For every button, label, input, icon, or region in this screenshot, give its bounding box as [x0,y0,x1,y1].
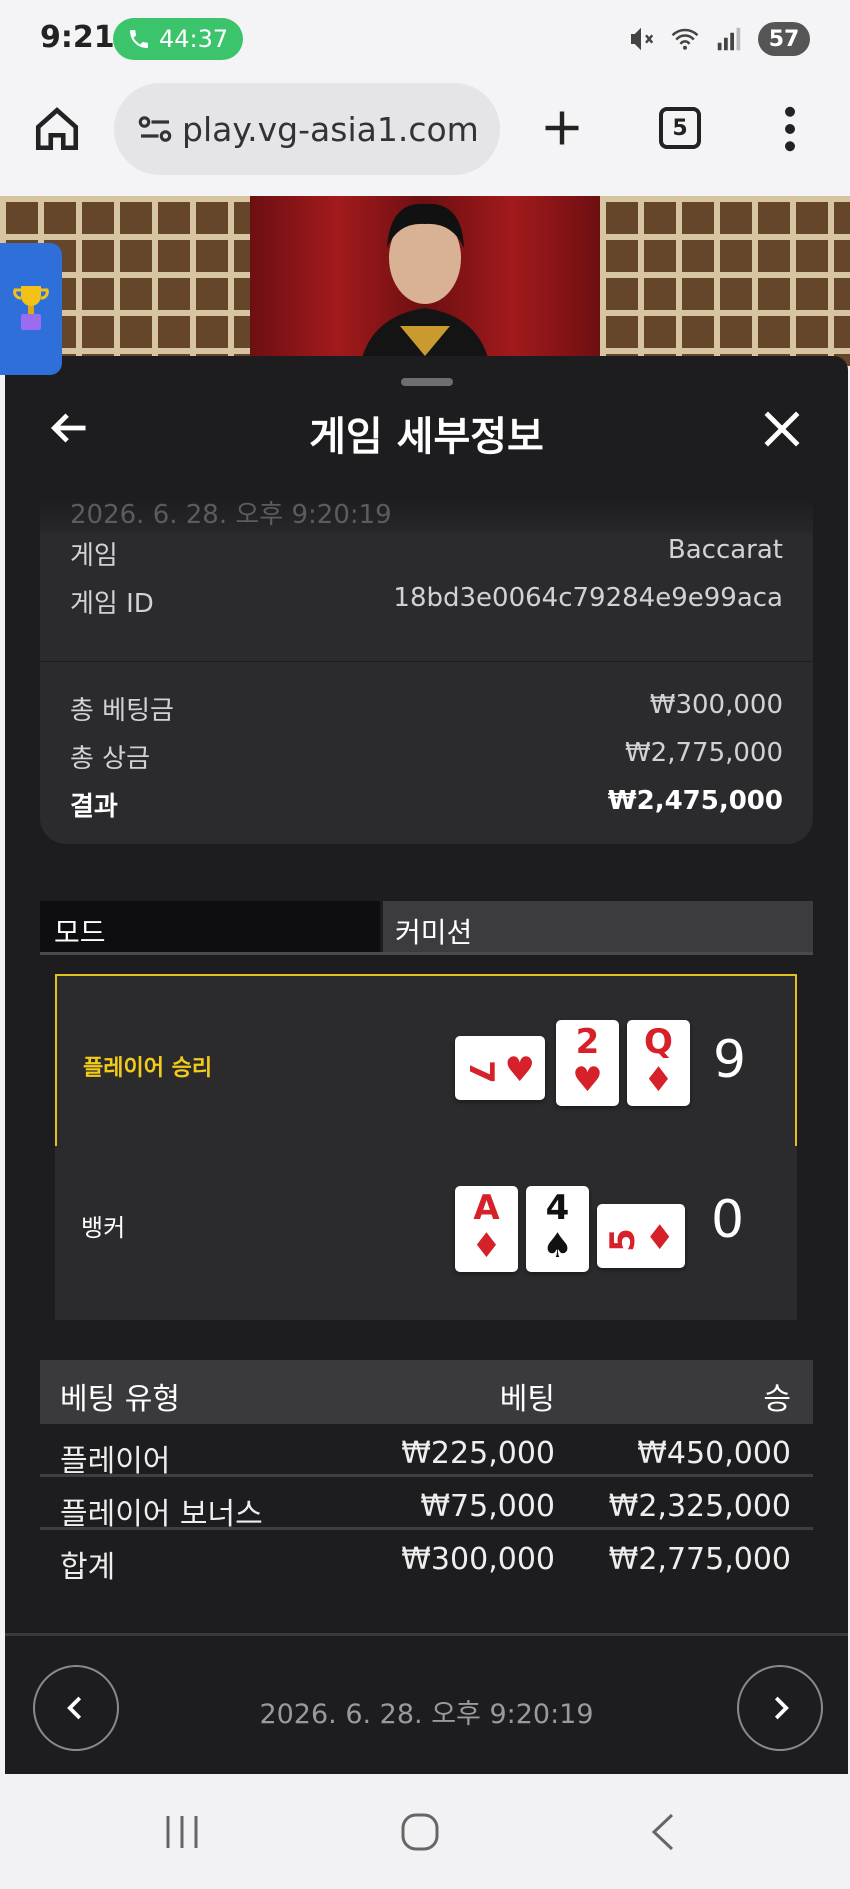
card-rank: 4 [545,1188,570,1228]
total-prize-row: 총 상금 ₩2,775,000 [40,738,813,778]
back-nav-icon[interactable] [648,1812,676,1852]
call-duration: 44:37 [159,25,229,53]
bet-amount-cell: ₩225,000 [401,1436,555,1471]
header-bet: 베팅 [499,1382,555,1417]
win-amount-cell: ₩2,325,000 [608,1489,791,1524]
address-bar[interactable]: play.vg-asia1.com [114,83,500,175]
phone-icon [130,30,148,48]
footer-timestamp: 2026. 6. 28. 오후 9:20:19 [259,1699,594,1730]
live-video-stream [0,196,850,366]
card-rank: 2 [575,1022,600,1062]
player-score: 9 [713,1030,747,1090]
total-prize-label: 총 상금 [70,744,151,774]
result-label: 결과 [70,792,118,822]
game-timestamp-top: 2026. 6. 28. 오후 9:20:19 [70,500,392,530]
card-suit: ♠ [542,1226,573,1266]
total-prize-value: ₩2,775,000 [624,738,783,768]
player-hand: 플레이어 승리 7 ♥ 2 ♥ Q ♦ 9 [55,974,797,1162]
header-win: 승 [763,1382,791,1417]
status-bar: 9:21 44:37 57 [0,0,850,78]
card-suit: ♦ [471,1226,502,1266]
result-row: 결과 ₩2,475,000 [40,786,813,826]
playing-card: 2 ♥ [556,1020,619,1106]
drag-handle[interactable] [401,378,453,386]
total-bet-row: 총 베팅금 ₩300,000 [40,690,813,730]
next-game-button[interactable] [737,1665,823,1751]
trophy-icon [13,286,49,330]
card-suit: ♦ [643,1060,674,1100]
bet-type-cell: 플레이어 보너스 [60,1497,263,1532]
tab-mode[interactable]: 모드 [40,901,380,952]
lattice-screen-right [600,196,850,366]
home-nav-icon[interactable] [400,1812,440,1852]
banker-label: 뱅커 [81,1214,126,1242]
header-bet-type: 베팅 유형 [60,1382,180,1417]
bet-type-cell: 플레이어 [60,1444,171,1479]
info-tabs: 모드 커미션 [40,901,813,955]
game-label: 게임 [70,541,118,571]
chevron-right-icon [774,1696,789,1720]
card-rank: A [473,1188,500,1228]
summary-card: 총 베팅금 ₩300,000 총 상금 ₩2,775,000 결과 ₩2,475… [40,662,813,844]
close-icon[interactable] [761,408,803,450]
game-id-label: 게임 ID [70,589,154,619]
tab-commission[interactable]: 커미션 [383,901,813,952]
playing-card: A ♦ [455,1186,518,1272]
new-tab-icon[interactable] [540,106,584,150]
table-row: 플레이어 ₩225,000 ₩450,000 [40,1424,813,1479]
dealer-figure [360,203,490,366]
wifi-icon [671,28,699,50]
game-row: 게임 Baccarat [40,535,813,575]
tab-switcher-button[interactable]: 5 [659,107,701,149]
card-rank: 7 [460,1060,501,1084]
card-suit: ♥ [504,1050,535,1090]
site-settings-icon[interactable] [134,108,176,150]
mute-icon [631,27,654,51]
card-rank: Q [644,1022,673,1062]
home-icon[interactable] [32,104,82,154]
battery-indicator: 57 [758,22,810,56]
game-id-row: 게임 ID 18bd3e0064c79284e9e99aca [40,583,813,623]
panel-title: 게임 세부정보 [309,414,544,460]
playing-card: 5 ♦ [597,1204,685,1268]
screen: 9:21 44:37 57 play.vg-asia1.com 5 게임 세부정… [0,0,850,1889]
playing-card: Q ♦ [627,1020,690,1106]
footer-divider [5,1633,848,1636]
game-value: Baccarat [667,535,783,565]
total-bet-label: 총 베팅금 [70,696,174,726]
recent-apps-icon[interactable] [162,1814,202,1850]
playing-card: 4 ♠ [526,1186,589,1272]
table-row: 플레이어 보너스 ₩75,000 ₩2,325,000 [40,1477,813,1532]
card-suit: ♦ [644,1218,675,1258]
playing-card: 7 ♥ [455,1036,545,1100]
signal-icon [717,27,741,51]
card-suit: ♥ [572,1060,603,1100]
banker-hand: 뱅커 A ♦ 4 ♠ 5 ♦ 0 [55,1146,797,1320]
leaderboard-button[interactable] [0,243,62,375]
total-bet-value: ₩300,000 [649,690,783,720]
game-details-panel: 게임 세부정보 게임 Baccarat 게임 ID 18bd3e0064c792… [5,356,848,1774]
more-menu-icon[interactable] [780,106,800,152]
bet-type-cell: 합계 [60,1550,116,1585]
bets-table: 베팅 유형 베팅 승 플레이어 ₩225,000 ₩450,000 플레이어 보… [40,1360,813,1585]
url-text: play.vg-asia1.com [182,109,479,149]
clock: 9:21 [40,20,115,55]
banker-score: 0 [711,1190,745,1250]
ongoing-call-chip[interactable]: 44:37 [113,18,243,60]
table-row-total: 합계 ₩300,000 ₩2,775,000 [40,1530,813,1585]
player-win-label: 플레이어 승리 [83,1056,213,1081]
card-rank: 5 [602,1228,643,1252]
result-value: ₩2,475,000 [607,786,783,816]
bet-amount-cell: ₩75,000 [420,1489,555,1524]
win-amount-cell: ₩450,000 [637,1436,791,1471]
win-amount-cell: ₩2,775,000 [608,1542,791,1577]
game-id-value: 18bd3e0064c79284e9e99aca [393,583,783,613]
bets-table-header: 베팅 유형 베팅 승 [40,1360,813,1424]
system-navigation-bar [0,1774,850,1889]
bet-amount-cell: ₩300,000 [401,1542,555,1577]
browser-toolbar: play.vg-asia1.com 5 [0,78,850,196]
